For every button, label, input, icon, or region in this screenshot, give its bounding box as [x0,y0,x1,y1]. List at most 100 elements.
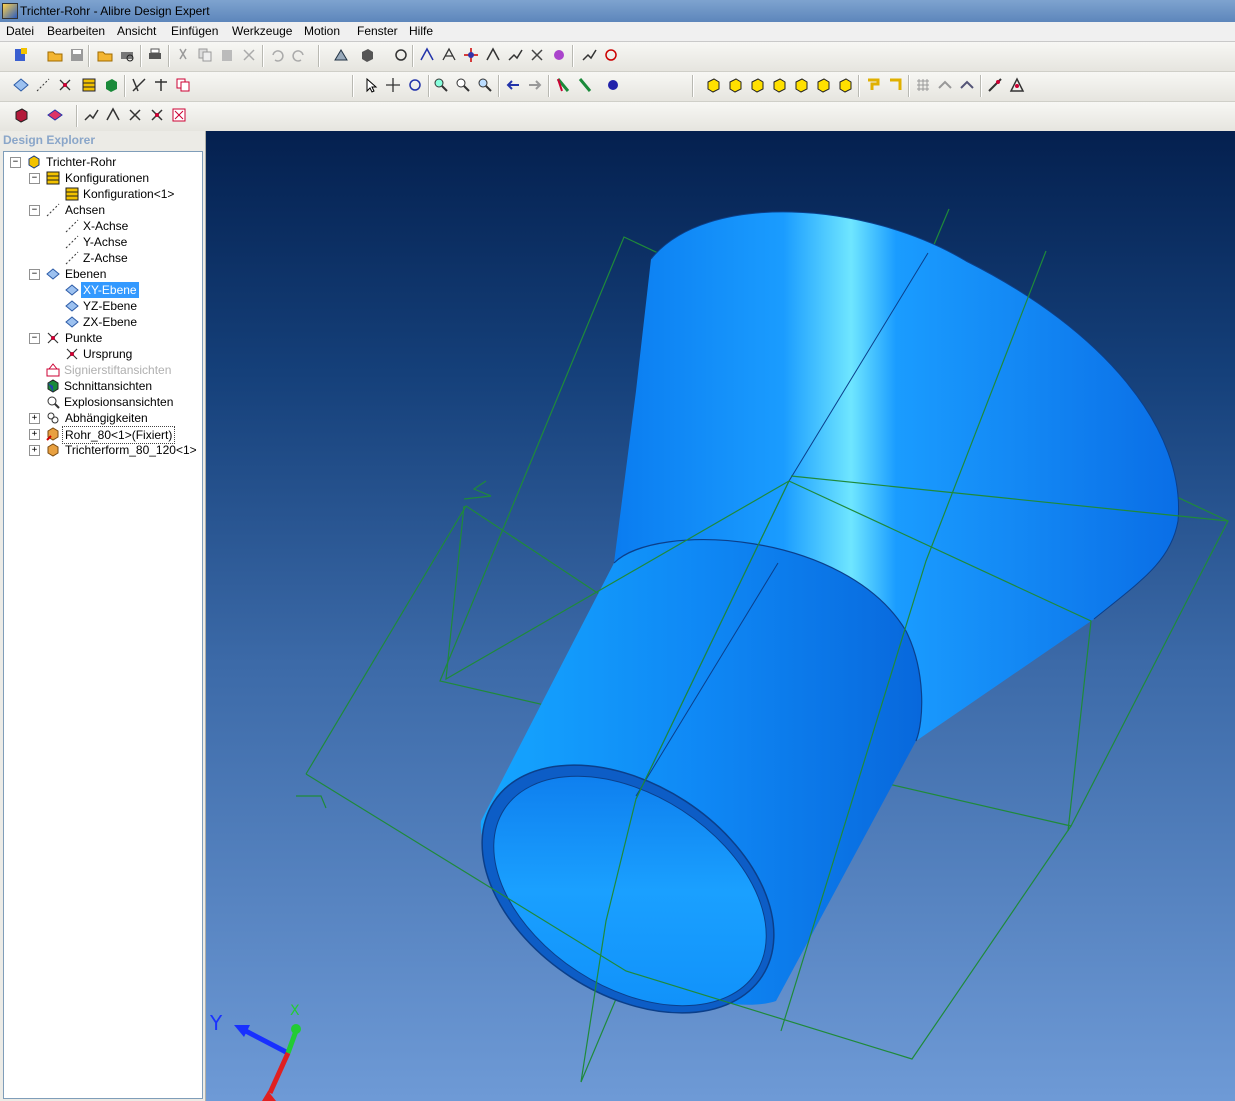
table-icon [65,187,79,201]
axis-icon[interactable] [34,76,52,94]
back-view-icon[interactable] [748,76,766,94]
show-icon[interactable] [958,76,976,94]
normal-view-icon[interactable] [864,76,882,94]
toolbar-standard [0,42,1235,72]
explorer-tree[interactable]: − Trichter-Rohr − Konfigurationen Konfig… [3,151,203,1099]
new-icon[interactable] [12,46,30,64]
shading-icon[interactable] [46,106,64,124]
zoom-window-icon[interactable] [454,76,472,94]
open-icon[interactable] [46,46,64,64]
save-icon[interactable] [68,46,86,64]
tools-icon[interactable] [1008,76,1026,94]
tree-label-planes: Ebenen [65,267,107,281]
markup-icon [46,363,60,377]
tree-label-yz-plane: YZ-Ebene [83,299,138,313]
select-arrow-icon[interactable] [362,76,380,94]
plane-icon [65,299,79,313]
delete-icon[interactable] [240,46,258,64]
tree-label-origin: Ursprung [83,347,133,361]
collapse-toggle[interactable]: − [10,157,21,168]
left-view-icon[interactable] [770,76,788,94]
menu-datei[interactable]: Datei [6,24,34,38]
cut-icon[interactable] [174,46,192,64]
model-viewport[interactable]: Y X [206,131,1235,1101]
constraint-icon[interactable] [392,46,410,64]
balance-icon[interactable] [152,76,170,94]
analyze-icon[interactable] [580,46,598,64]
angle-icon[interactable] [484,46,502,64]
zoom-icon[interactable] [432,76,450,94]
delete-feature-icon[interactable] [170,106,188,124]
explode-icon[interactable] [528,46,546,64]
plane-icon [65,315,79,329]
top-view-icon[interactable] [814,76,832,94]
orient-icon[interactable] [462,46,480,64]
tree-label-root: Trichter-Rohr [46,155,117,169]
collapse-toggle[interactable]: − [29,269,40,280]
expand-toggle[interactable]: + [29,429,40,440]
align-icon[interactable] [440,46,458,64]
menu-ansicht[interactable]: Ansicht [117,24,156,38]
visibility-icon[interactable] [986,76,1004,94]
menu-einfuegen[interactable]: Einfügen [171,24,218,38]
point-icon[interactable] [56,76,74,94]
zoom-fit-icon[interactable] [476,76,494,94]
sketch-icon[interactable] [130,76,148,94]
redo-icon[interactable] [290,46,308,64]
rotate-left-icon[interactable] [886,76,904,94]
forward-icon[interactable] [526,76,544,94]
plane-icon[interactable] [12,76,30,94]
iso-view-icon[interactable] [704,76,722,94]
collapse-toggle[interactable]: − [29,333,40,344]
render-icon[interactable] [604,76,622,94]
part-icon [46,443,60,457]
display-mode-icon[interactable] [12,106,30,124]
fixed-part-icon [46,427,60,441]
menu-hilfe[interactable]: Hilfe [409,24,433,38]
grid-icon[interactable] [914,76,932,94]
print-icon[interactable] [146,46,164,64]
hide-icon[interactable] [936,76,954,94]
menu-werkzeuge[interactable]: Werkzeuge [232,24,292,38]
copy-part-icon[interactable] [174,76,192,94]
front-view-icon[interactable] [726,76,744,94]
right-view-icon[interactable] [792,76,810,94]
reset-icon[interactable] [602,46,620,64]
collapse-toggle[interactable]: − [29,173,40,184]
tree-label-exploded-views: Explosionsansichten [64,395,174,409]
axis-icon [46,203,60,217]
pan-icon[interactable] [384,76,402,94]
motion-icon[interactable] [506,46,524,64]
assembly-icon[interactable] [332,46,350,64]
sketch-tool-icon[interactable] [82,106,100,124]
measure-icon[interactable] [576,76,594,94]
tree-label-xy-plane: XY-Ebene [81,282,139,298]
rotate-icon[interactable] [406,76,424,94]
tree-label-section-views: Schnittansichten [64,379,153,393]
expand-toggle[interactable]: + [29,445,40,456]
table-icon[interactable] [80,76,98,94]
back-icon[interactable] [504,76,522,94]
undo-icon[interactable] [268,46,286,64]
plane-icon [46,267,60,281]
print-preview-icon[interactable] [118,46,136,64]
clear-icon[interactable] [148,106,166,124]
expand-toggle[interactable]: + [29,413,40,424]
dimension-icon[interactable] [104,106,122,124]
toolbar-sketch [0,102,1235,132]
part-icon[interactable] [102,76,120,94]
check-icon[interactable] [126,106,144,124]
menu-motion[interactable]: Motion [304,24,340,38]
bottom-view-icon[interactable] [836,76,854,94]
collapse-toggle[interactable]: − [29,205,40,216]
open-folder-icon[interactable] [96,46,114,64]
copy-icon[interactable] [196,46,214,64]
menu-fenster[interactable]: Fenster [357,24,398,38]
section-icon[interactable] [554,76,572,94]
model-canvas[interactable] [206,131,1235,1101]
paste-icon[interactable] [218,46,236,64]
mate-icon[interactable] [418,46,436,64]
animate-icon[interactable] [550,46,568,64]
view-cube-icon[interactable] [358,46,376,64]
menu-bearbeiten[interactable]: Bearbeiten [47,24,105,38]
